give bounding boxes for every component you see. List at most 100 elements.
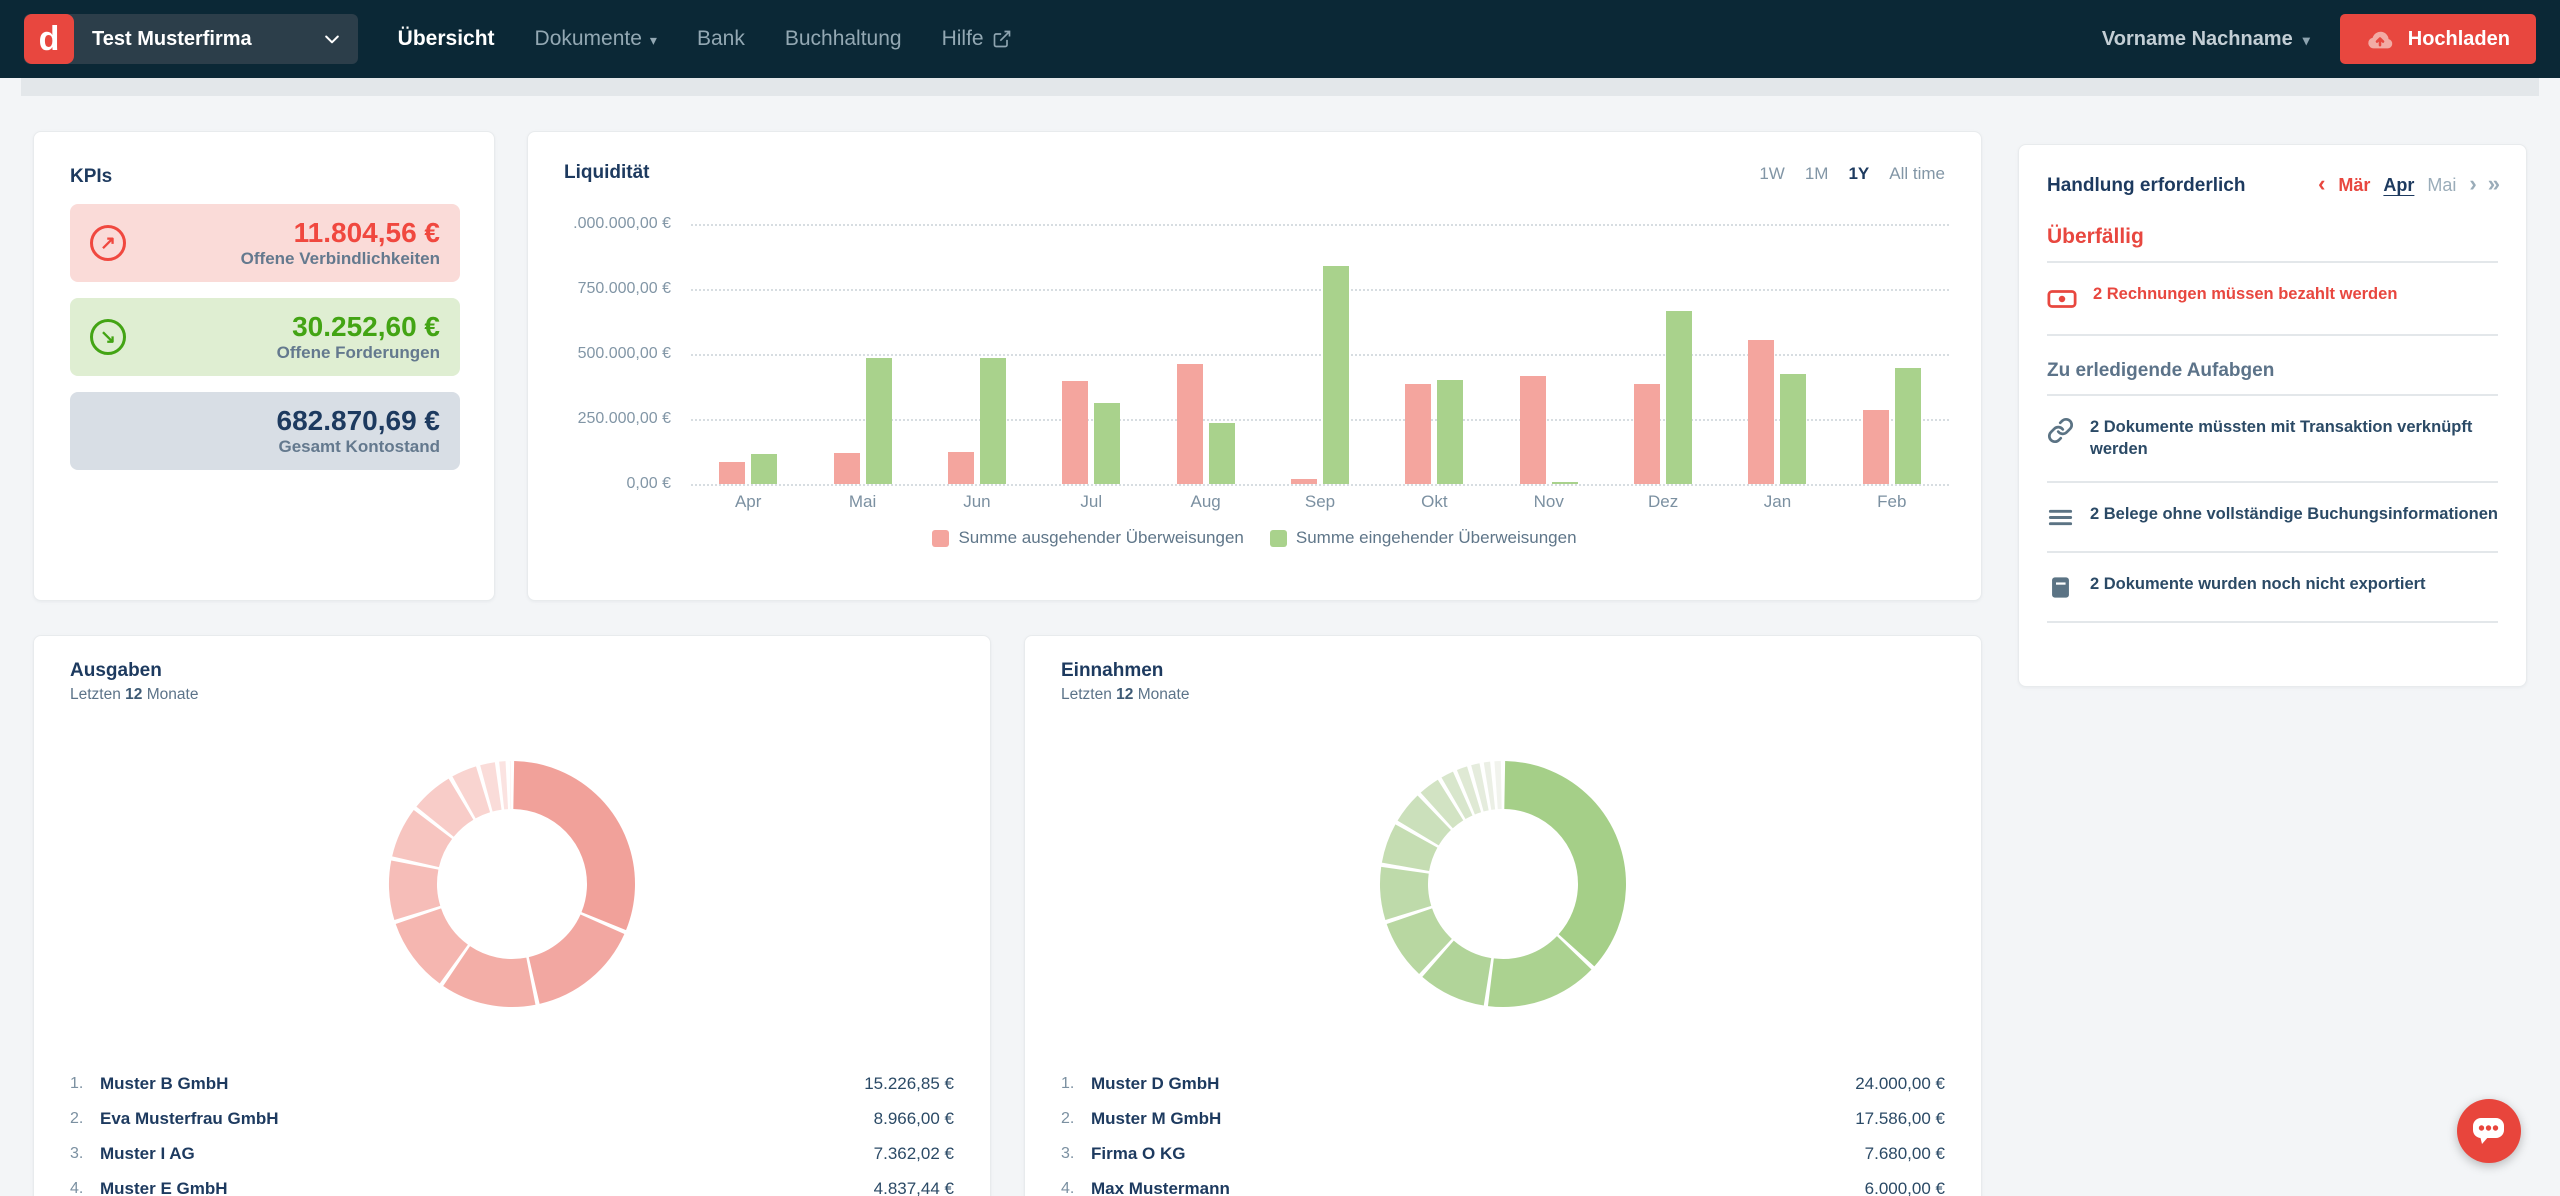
expenses-donut — [382, 754, 642, 1014]
bar-incoming — [1780, 374, 1806, 485]
nav-item-bank[interactable]: Bank — [697, 27, 745, 51]
rank-number: 3. — [1061, 1145, 1091, 1163]
nav-item-label: Hilfe — [942, 27, 984, 51]
bar-group-mai: Mai — [805, 224, 919, 484]
upload-button-label: Hochladen — [2408, 28, 2510, 51]
legend-swatch-outgoing — [932, 530, 949, 547]
bar-incoming — [1666, 311, 1692, 484]
next-month-chevron-icon[interactable]: › — [2469, 171, 2474, 197]
subtitle-text: Letzten — [1061, 686, 1112, 703]
list-item[interactable]: 1.Muster D GmbH24.000,00 € — [1061, 1066, 1945, 1101]
month-maerz[interactable]: Mär — [2338, 175, 2370, 196]
list-item[interactable]: 4.Muster E GmbH4.837,44 € — [70, 1171, 954, 1196]
x-axis-tick-label: Apr — [691, 492, 805, 512]
list-item[interactable]: 1.Muster B GmbH15.226,85 € — [70, 1066, 954, 1101]
expenses-subtitle: Letzten 12 Monate — [70, 686, 198, 704]
list-item[interactable]: 4.Max Mustermann6.000,00 € — [1061, 1171, 1945, 1196]
income-title: Einnahmen — [1061, 660, 1189, 682]
gridline — [691, 484, 1949, 486]
list-icon — [2047, 504, 2074, 531]
bar-group-jun: Jun — [920, 224, 1034, 484]
bar-outgoing — [1634, 384, 1660, 484]
kpi-label: Offene Forderungen — [277, 343, 440, 363]
legend-label: Summe eingehender Überweisungen — [1296, 528, 1577, 548]
bar-incoming — [980, 358, 1006, 484]
subtitle-number: 12 — [1116, 686, 1133, 703]
rank-number: 2. — [1061, 1110, 1091, 1128]
link-icon — [2047, 417, 2074, 444]
list-item[interactable]: 3.Firma O KG7.680,00 € — [1061, 1136, 1945, 1171]
amount: 7.680,00 € — [1865, 1144, 1945, 1164]
kpi-total-balance[interactable]: 682.870,69 € Gesamt Kontostand — [70, 392, 460, 470]
main-nav: Übersicht Dokumente ▾ Bank Buchhaltung H… — [398, 27, 1012, 51]
x-axis-tick-label: Nov — [1492, 492, 1606, 512]
app-logo-letter: d — [39, 20, 60, 59]
liquidity-card: Liquidität 1W1M1YAll time .000.000,00 €7… — [527, 131, 1982, 601]
todo-item-not-exported[interactable]: 2 Dokumente wurden noch nicht exportiert — [2047, 565, 2498, 609]
bar-outgoing — [719, 462, 745, 484]
kpi-open-receivables[interactable]: ↘ 30.252,60 € Offene Forderungen — [70, 298, 460, 376]
chat-widget-button[interactable] — [2457, 1099, 2521, 1163]
list-item[interactable]: 2.Muster M GmbH17.586,00 € — [1061, 1101, 1945, 1136]
bar-incoming — [866, 358, 892, 484]
list-item[interactable]: 3.Muster I AG7.362,02 € — [70, 1136, 954, 1171]
expenses-title: Ausgaben — [70, 660, 198, 682]
todo-item-link-transactions[interactable]: 2 Dokumente müssten mit Transaktion verk… — [2047, 408, 2498, 469]
list-item[interactable]: 2.Eva Musterfrau GmbH8.966,00 € — [70, 1101, 954, 1136]
overdue-item-invoices[interactable]: 2 Rechnungen müssen bezahlt werden — [2047, 275, 2498, 322]
range-1w[interactable]: 1W — [1759, 164, 1785, 184]
user-menu[interactable]: Vorname Nachname ▾ — [2102, 28, 2310, 51]
company-selector[interactable]: d Test Musterfirma — [24, 14, 358, 64]
caret-down-icon: ▾ — [650, 32, 657, 49]
upload-button[interactable]: Hochladen — [2340, 14, 2536, 64]
external-link-icon — [992, 29, 1012, 49]
bar-group-feb: Feb — [1835, 224, 1949, 484]
y-axis-tick-label: 500.000,00 € — [578, 345, 671, 363]
bar-group-apr: Apr — [691, 224, 805, 484]
todo-item-text: 2 Dokumente müssten mit Transaktion verk… — [2090, 416, 2498, 461]
rank-number: 1. — [70, 1075, 100, 1093]
nav-item-hilfe[interactable]: Hilfe — [942, 27, 1012, 51]
bar-outgoing — [1520, 376, 1546, 484]
subtitle-number: 12 — [125, 686, 142, 703]
range-1y[interactable]: 1Y — [1848, 164, 1869, 184]
nav-item-label: Übersicht — [398, 27, 495, 51]
outgoing-arrow-icon: ↗ — [90, 225, 126, 261]
kpi-card-title: KPIs — [70, 166, 458, 188]
last-month-chevron-icon[interactable]: » — [2488, 171, 2498, 197]
x-axis-tick-label: Jan — [1720, 492, 1834, 512]
kpi-value: 30.252,60 € — [292, 311, 440, 343]
bar-group-jul: Jul — [1034, 224, 1148, 484]
liquidity-plot: AprMaiJunJulAugSepOktNovDezJanFeb — [691, 224, 1949, 484]
bar-incoming — [1552, 482, 1578, 484]
todo-item-incomplete-bookings[interactable]: 2 Belege ohne vollständige Buchungsinfor… — [2047, 495, 2498, 539]
user-name: Vorname Nachname — [2102, 28, 2293, 51]
bar-incoming — [1094, 403, 1120, 484]
nav-item-buchhaltung[interactable]: Buchhaltung — [785, 27, 902, 51]
divider — [2047, 551, 2498, 553]
nav-item-label: Dokumente — [535, 27, 642, 51]
y-axis-tick-label: 750.000,00 € — [578, 280, 671, 298]
nav-item-uebersicht[interactable]: Übersicht — [398, 27, 495, 51]
action-card-title: Handlung erforderlich — [2047, 175, 2245, 197]
kpi-open-liabilities[interactable]: ↗ 11.804,56 € Offene Verbindlichkeiten — [70, 204, 460, 282]
amount: 4.837,44 € — [874, 1179, 954, 1196]
month-mai[interactable]: Mai — [2427, 175, 2456, 196]
range-all-time[interactable]: All time — [1889, 164, 1945, 184]
incoming-arrow-icon: ↘ — [90, 319, 126, 355]
x-axis-tick-label: Feb — [1835, 492, 1949, 512]
range-1m[interactable]: 1M — [1805, 164, 1829, 184]
bar-group-jan: Jan — [1720, 224, 1834, 484]
bar-outgoing — [948, 452, 974, 485]
rank-number: 2. — [70, 1110, 100, 1128]
amount: 7.362,02 € — [874, 1144, 954, 1164]
bar-incoming — [1895, 368, 1921, 484]
nav-item-dokumente[interactable]: Dokumente ▾ — [535, 27, 657, 51]
chevron-down-icon — [322, 29, 342, 49]
bar-group-nov: Nov — [1492, 224, 1606, 484]
month-april[interactable]: Apr — [2383, 175, 2414, 196]
overdue-heading: Überfällig — [2047, 225, 2498, 249]
prev-month-chevron-icon[interactable]: ‹ — [2318, 171, 2325, 197]
income-list: 1.Muster D GmbH24.000,00 €2.Muster M Gmb… — [1061, 1066, 1945, 1196]
top-navbar: d Test Musterfirma Übersicht Dokumente ▾… — [0, 0, 2560, 78]
